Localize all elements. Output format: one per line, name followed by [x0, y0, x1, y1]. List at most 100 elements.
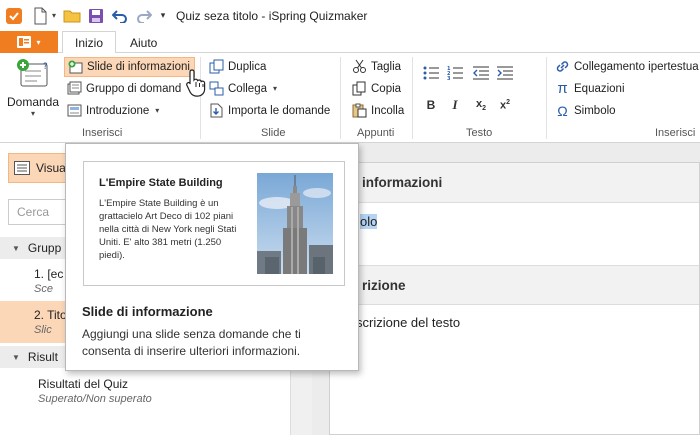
omega-symbol-icon: Ω	[557, 102, 568, 119]
results-subtitle: Superato/Non superato	[38, 393, 152, 405]
file-menu-button[interactable]: ▾	[0, 31, 58, 53]
collapse-icon: ▼	[12, 352, 20, 362]
description-field[interactable]: scrizione del testo	[330, 305, 699, 330]
numbered-list-icon: 123	[447, 66, 463, 80]
simbolo-label: Simbolo	[574, 104, 616, 117]
ribbon-separator	[340, 57, 341, 139]
description-section-header: rizione	[330, 265, 699, 305]
description-text: scrizione del testo	[356, 315, 461, 330]
title-section-label: informazioni	[362, 175, 443, 190]
results-title: Risultati del Quiz	[38, 377, 129, 391]
incolla-button[interactable]: Incolla	[352, 101, 404, 120]
equazioni-button[interactable]: π Equazioni	[555, 79, 625, 98]
svg-text:3: 3	[447, 76, 451, 80]
question-group-icon	[67, 81, 82, 96]
gruppo-domande-label: Gruppo di domand	[86, 82, 182, 95]
svg-text:?: ?	[43, 62, 48, 72]
preview-title: L'Empire State Building	[99, 177, 223, 189]
decrease-indent-button[interactable]	[470, 62, 492, 84]
tab-aiuto[interactable]: Aiuto	[118, 31, 169, 54]
copy-icon	[352, 81, 367, 96]
bullet-list-icon	[423, 66, 439, 80]
ribbon-separator	[546, 57, 547, 139]
scissors-icon	[352, 59, 367, 74]
introduzione-label: Introduzione	[86, 104, 150, 117]
title-bar: ▾ ▾ Quiz seza titolo - iSpring Quizmaker	[0, 0, 700, 31]
app-logo-icon	[4, 6, 24, 26]
tooltip-title: Slide di informazione	[82, 304, 213, 319]
info-slide-icon	[68, 60, 83, 75]
pi-equation-icon: π	[557, 80, 568, 97]
group-label-slide: Slide	[261, 127, 286, 139]
subscript-button[interactable]: x2	[470, 94, 492, 116]
collegamento-label: Collegamento ipertestua	[574, 60, 699, 73]
gruppo-domande-button[interactable]: Gruppo di domand	[67, 79, 181, 98]
selected-title-text: olo	[360, 214, 378, 229]
collegamento-ipertestuale-button[interactable]: Collegamento ipertestua	[555, 57, 699, 76]
bold-button[interactable]: B	[420, 94, 442, 116]
collega-label: Collega	[228, 82, 267, 95]
undo-icon[interactable]	[110, 6, 130, 26]
domanda-button[interactable]: ? Domanda ▾	[4, 57, 62, 121]
open-folder-icon[interactable]	[62, 6, 82, 26]
group-label-appunti: Appunti	[357, 127, 395, 139]
preview-body: L'Empire State Building è un grattacielo…	[99, 198, 237, 261]
slide-info-tooltip: L'Empire State Building L'Empire State B…	[65, 143, 359, 371]
bold-icon: B	[426, 98, 436, 112]
incolla-label: Incolla	[371, 104, 405, 117]
save-icon[interactable]	[86, 6, 106, 26]
hyperlink-icon	[555, 59, 570, 74]
duplica-label: Duplica	[228, 60, 267, 73]
tooltip-preview: L'Empire State Building L'Empire State B…	[83, 161, 345, 286]
domanda-chevron-icon: ▾	[30, 109, 35, 118]
collega-chevron-icon: ▾	[273, 84, 278, 93]
collega-button[interactable]: Collega ▾	[209, 79, 277, 98]
equazioni-label: Equazioni	[574, 82, 625, 95]
duplica-button[interactable]: Duplica	[209, 57, 266, 76]
slide-informazioni-label: Slide di informazioni	[87, 61, 190, 73]
tree-item-results[interactable]: Risultati del Quiz Superato/Non superato	[0, 371, 290, 411]
link-slides-icon	[209, 81, 224, 96]
italic-button[interactable]: I	[444, 94, 466, 116]
introduzione-button[interactable]: Introduzione ▾	[67, 101, 159, 120]
ribbon-separator	[412, 57, 413, 139]
new-dropdown-chevron-icon[interactable]: ▾	[50, 6, 58, 26]
customize-toolbar-icon[interactable]: ▾	[158, 6, 168, 26]
slide-informazioni-button[interactable]: Slide di informazioni	[64, 57, 195, 77]
import-icon	[209, 103, 224, 118]
new-file-icon[interactable]	[30, 6, 50, 26]
description-section-label: rizione	[362, 277, 406, 293]
superscript-button[interactable]: x2	[494, 94, 516, 116]
title-field[interactable]: olo	[330, 203, 699, 265]
tooltip-description: Aggiungi una slide senza domande che ti …	[82, 327, 301, 358]
group-label-testo: Testo	[466, 127, 493, 139]
taglia-button[interactable]: Taglia	[352, 57, 401, 76]
redo-icon[interactable]	[134, 6, 154, 26]
simbolo-button[interactable]: Ω Simbolo	[555, 101, 616, 120]
italic-icon: I	[452, 97, 458, 112]
ribbon: ? Domanda ▾ Slide di informazioni Gruppo…	[0, 53, 700, 143]
window-title: Quiz seza titolo - iSpring Quizmaker	[176, 8, 368, 23]
copia-button[interactable]: Copia	[352, 79, 401, 98]
decrease-indent-icon	[473, 66, 489, 80]
superscript-icon: x2	[499, 98, 511, 112]
importa-domande-button[interactable]: Importa le domande	[209, 101, 330, 120]
group-label: Grupp	[27, 241, 62, 255]
ribbon-tab-row: ▾ Inizio Aiuto	[0, 31, 700, 54]
duplicate-icon	[209, 59, 224, 74]
tab-inizio[interactable]: Inizio	[62, 31, 117, 54]
group-label-inserisci-2: Inserisci	[655, 127, 696, 139]
empire-state-building-image	[257, 173, 333, 274]
increase-indent-button[interactable]	[494, 62, 516, 84]
group-label-inserisci: Inserisci	[82, 127, 123, 139]
numbered-list-button[interactable]: 123	[444, 62, 466, 84]
results-group-label: Risult	[27, 350, 58, 364]
importa-label: Importa le domande	[228, 104, 331, 117]
file-menu-icon	[17, 36, 32, 48]
slide-editor: informazioni olo rizione scrizione del t…	[329, 162, 700, 435]
paste-icon	[352, 103, 367, 118]
collapse-icon: ▼	[12, 243, 20, 253]
visual-label: Visua	[36, 161, 66, 175]
bullet-list-button[interactable]	[420, 62, 442, 84]
introduzione-chevron-icon: ▾	[155, 106, 160, 115]
